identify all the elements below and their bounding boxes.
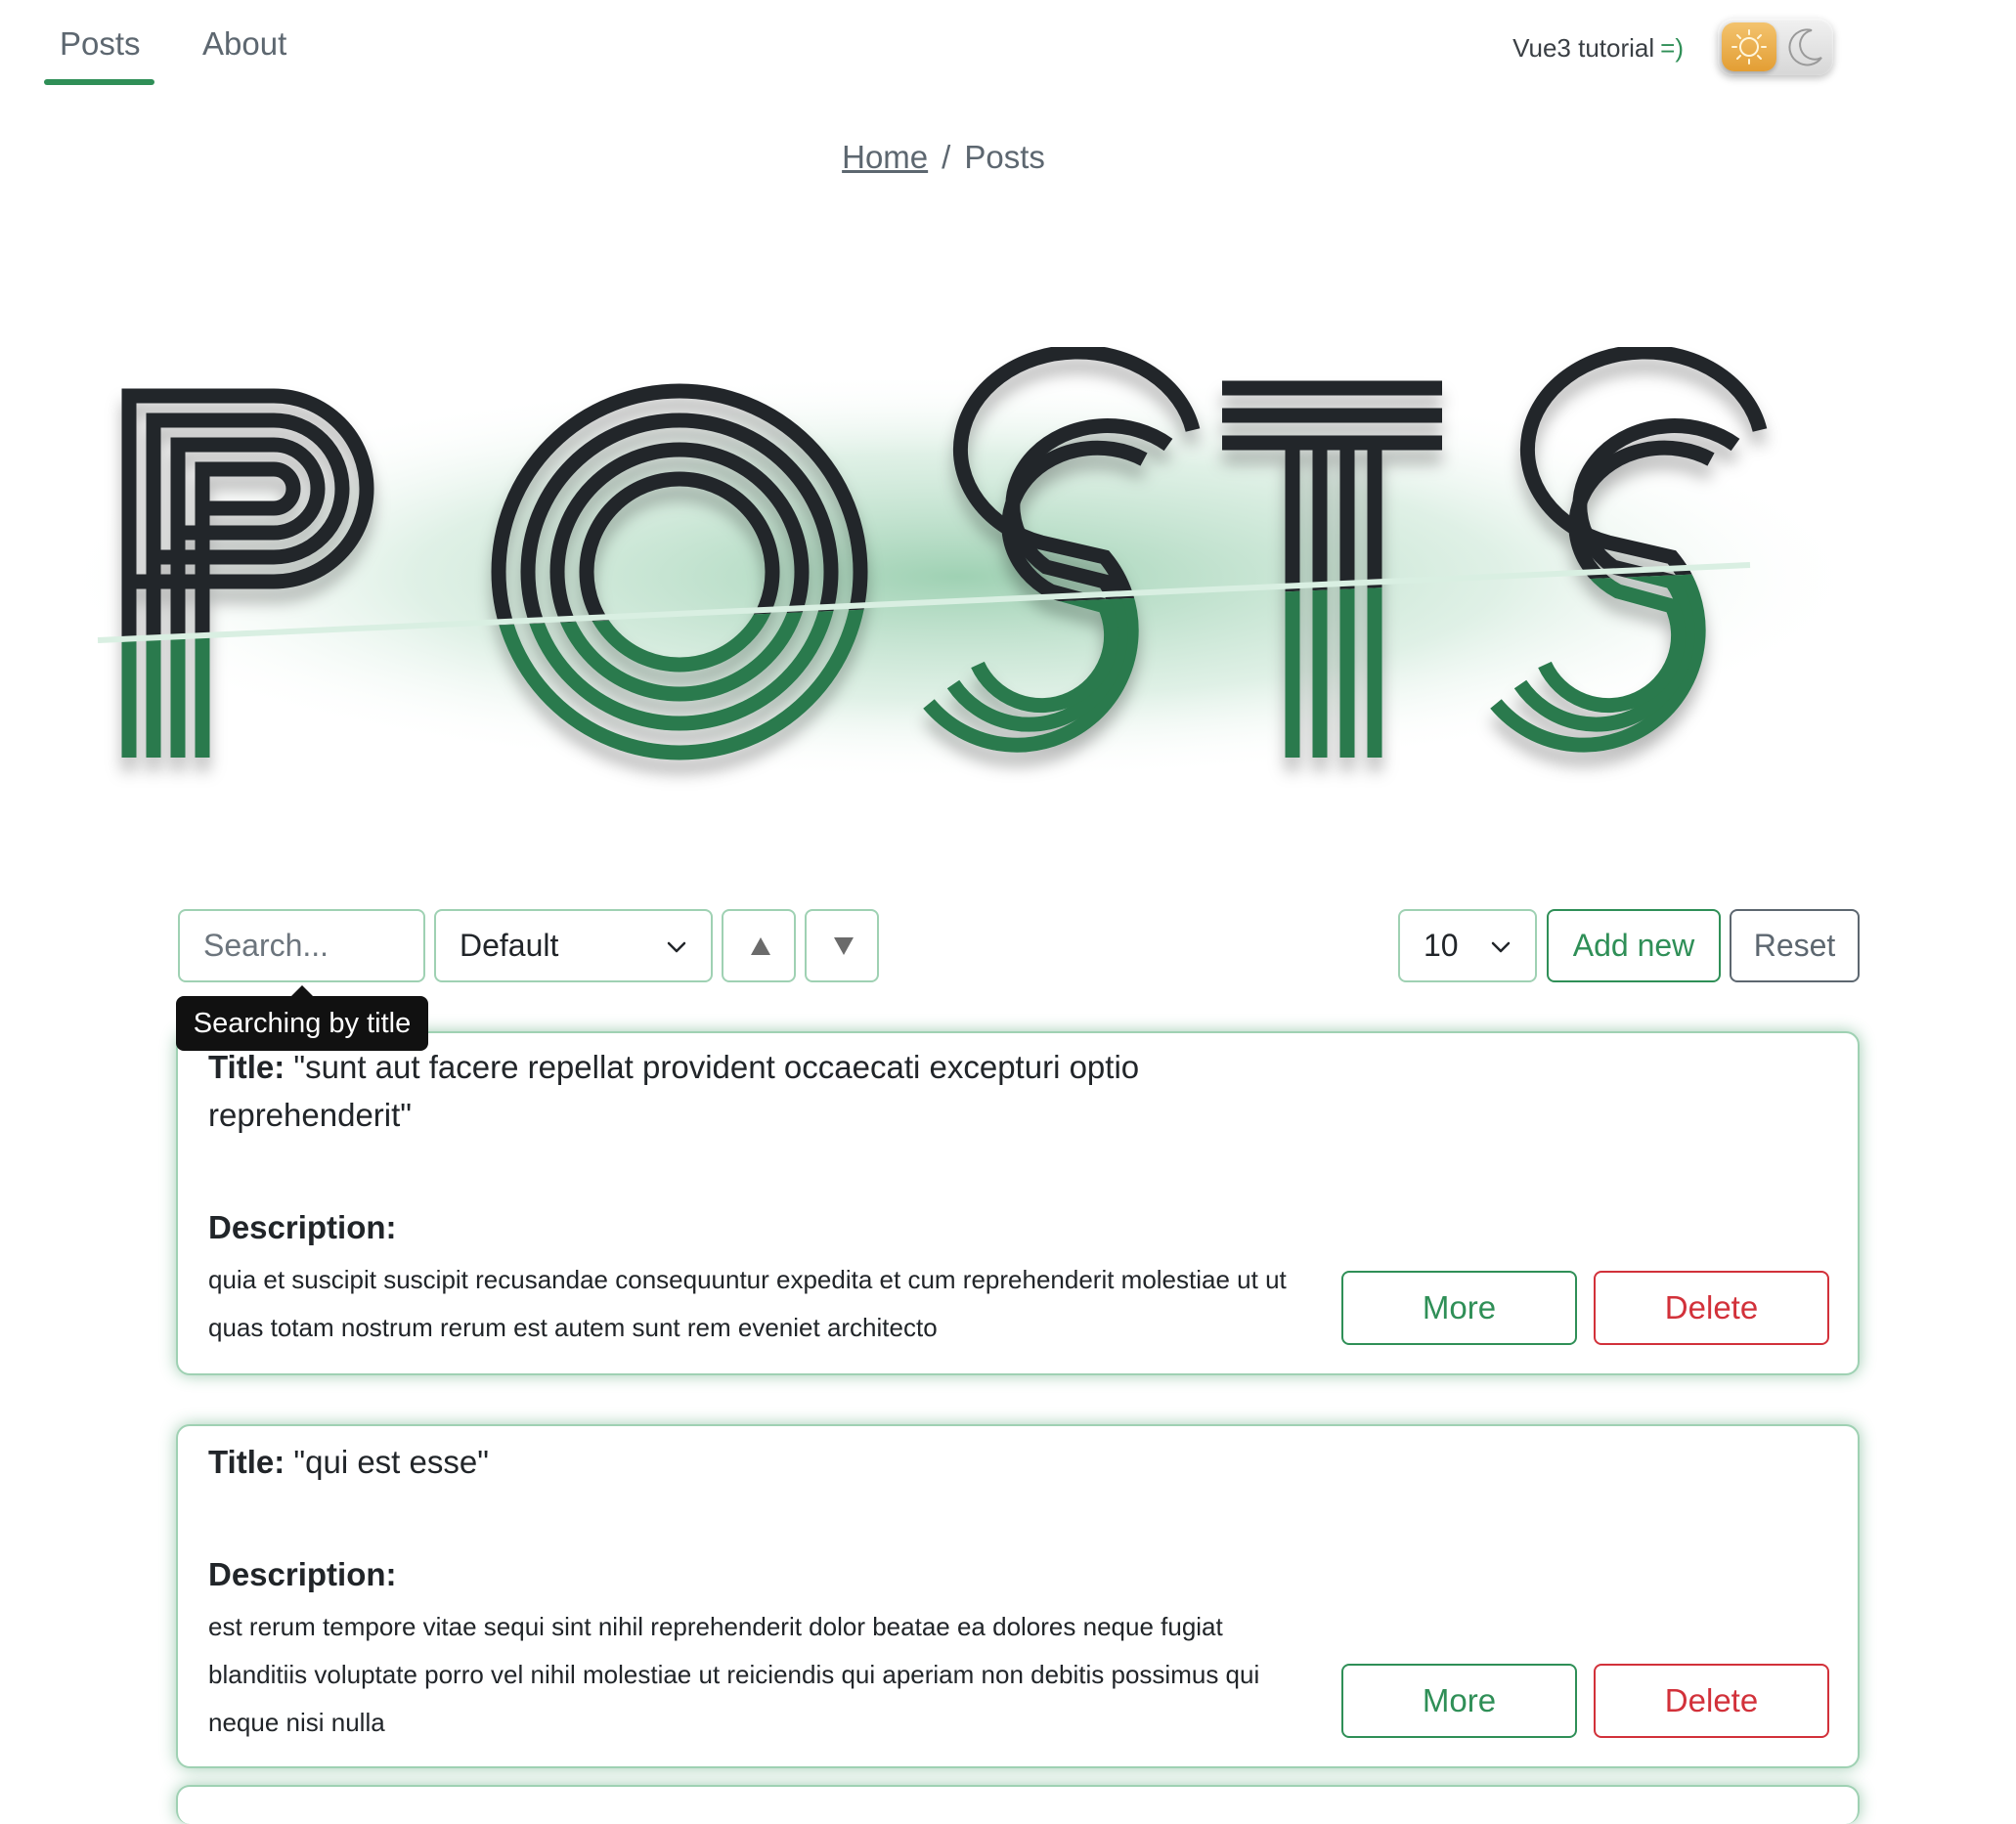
search-tooltip: Searching by title: [176, 996, 428, 1051]
nav-tab-posts[interactable]: Posts: [60, 25, 141, 63]
active-tab-indicator: [44, 79, 154, 85]
moon-icon: [1782, 24, 1827, 69]
breadcrumb-current: Posts: [964, 139, 1045, 175]
more-button[interactable]: More: [1341, 1271, 1577, 1345]
post-description-label: Description:: [208, 1556, 397, 1592]
sort-ascending-button[interactable]: [722, 909, 796, 982]
chevron-down-icon: [1491, 941, 1511, 953]
theme-toggle[interactable]: [1718, 19, 1833, 75]
top-navigation: Posts About Vue3 tutorial =): [0, 0, 2016, 98]
breadcrumb-separator: /: [942, 139, 951, 175]
posts-logo: [49, 347, 1867, 782]
search-input[interactable]: [178, 909, 425, 982]
sort-descending-button[interactable]: [805, 909, 879, 982]
sun-icon: [1722, 22, 1776, 71]
post-title-label: Title:: [208, 1049, 285, 1085]
triangle-down-icon: [834, 937, 854, 955]
post-title-text: "sunt aut facere repellat provident occa…: [208, 1049, 1140, 1133]
sort-select[interactable]: Default: [434, 909, 713, 982]
brand-smile: =): [1660, 33, 1684, 63]
hero-banner: [29, 347, 1867, 816]
more-button[interactable]: More: [1341, 1664, 1577, 1738]
post-card: Title: "qui est esse" Description: est r…: [176, 1424, 1860, 1768]
page-limit-value: 10: [1424, 928, 1459, 963]
post-description: quia et suscipit suscipit recusandae con…: [208, 1265, 1287, 1342]
post-card-partial: [176, 1785, 1860, 1824]
chevron-down-icon: [667, 941, 686, 953]
post-description: est rerum tempore vitae sequi sint nihil…: [208, 1612, 1260, 1737]
add-new-button[interactable]: Add new: [1547, 909, 1721, 982]
post-title-text: "qui est esse": [293, 1444, 489, 1480]
breadcrumb: Home / Posts: [0, 139, 1887, 176]
breadcrumb-home-link[interactable]: Home: [842, 139, 928, 175]
sort-select-value: Default: [460, 928, 559, 963]
triangle-up-icon: [751, 937, 770, 955]
reset-button[interactable]: Reset: [1730, 909, 1860, 982]
post-description-label: Description:: [208, 1209, 397, 1245]
delete-button[interactable]: Delete: [1594, 1271, 1829, 1345]
brand-label: Vue3 tutorial =): [1512, 33, 1684, 64]
brand-text: Vue3 tutorial: [1512, 33, 1655, 63]
post-card: Title: "sunt aut facere repellat provide…: [176, 1031, 1860, 1375]
post-title: Title: "qui est esse": [208, 1438, 1196, 1486]
page-limit-select[interactable]: 10: [1398, 909, 1537, 982]
post-title: Title: "sunt aut facere repellat provide…: [208, 1043, 1196, 1139]
delete-button[interactable]: Delete: [1594, 1664, 1829, 1738]
nav-tab-about[interactable]: About: [202, 25, 286, 63]
post-title-label: Title:: [208, 1444, 285, 1480]
